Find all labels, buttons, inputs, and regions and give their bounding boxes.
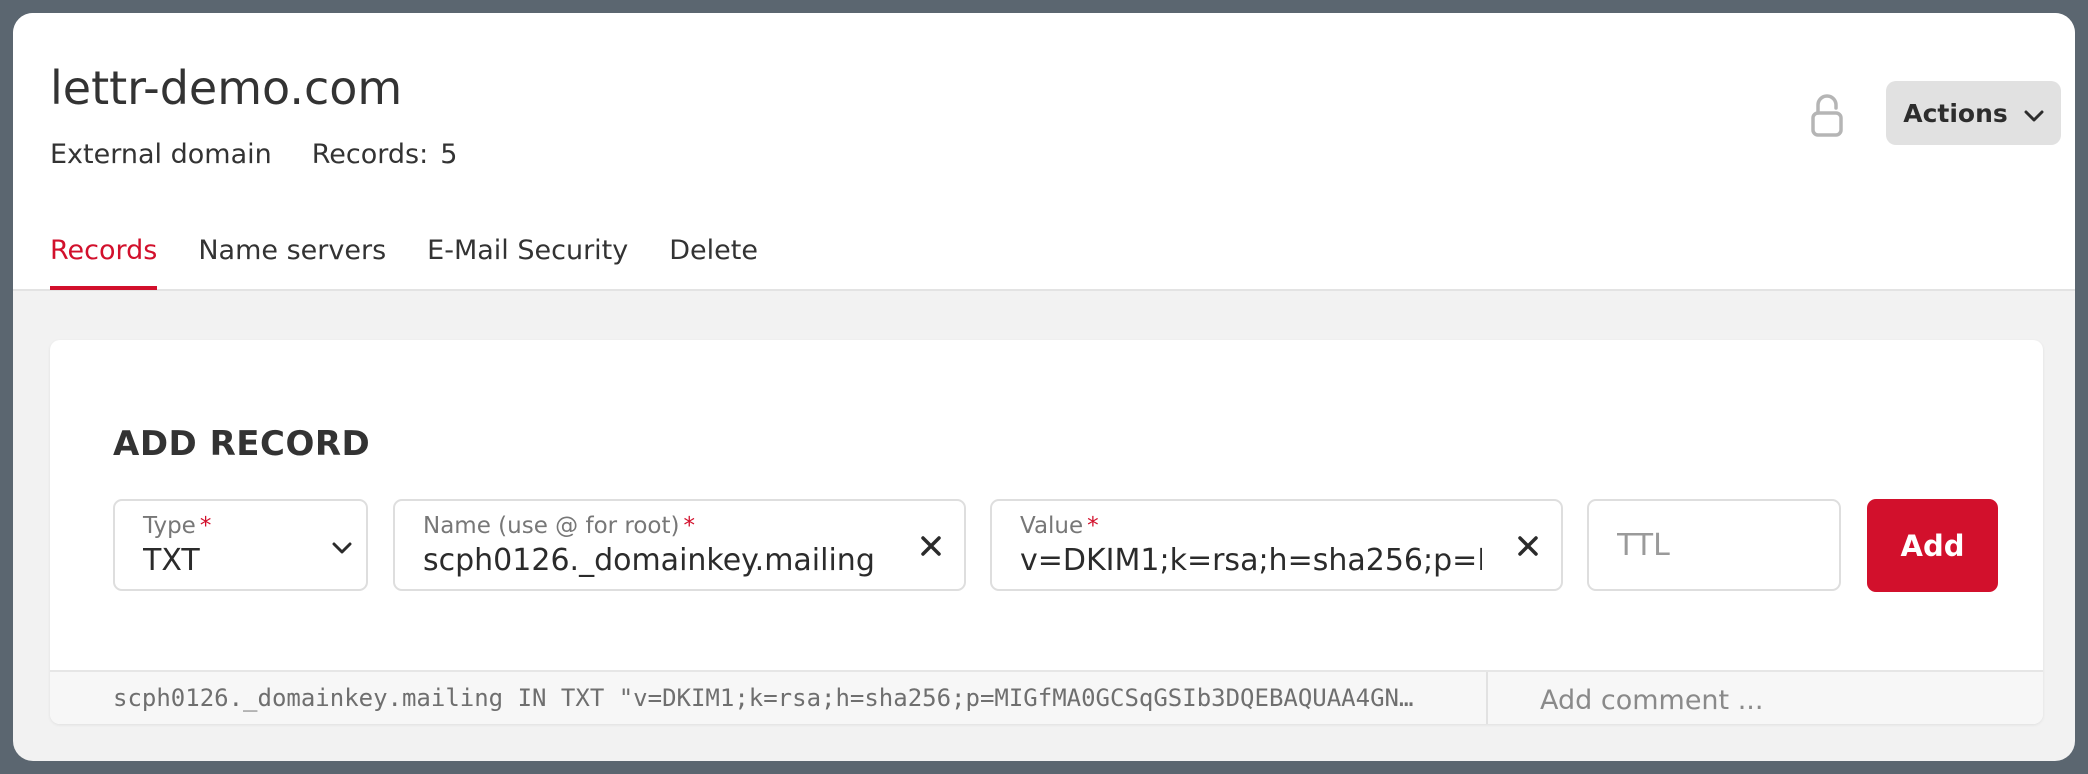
record-preview: scph0126._domainkey.mailing IN TXT "v=DK…: [50, 670, 2043, 724]
ttl-input[interactable]: [1587, 499, 1841, 591]
name-value: scph0126._domainkey.mailing: [423, 543, 875, 578]
app-window: lettr-demo.com External domain Records: …: [13, 13, 2075, 761]
add-record-title: ADD RECORD: [113, 424, 371, 464]
name-field[interactable]: Name (use @ for root) * scph0126._domaink…: [393, 499, 966, 591]
records-label: Records:: [311, 139, 429, 170]
clear-name-icon[interactable]: [916, 531, 946, 561]
actions-label: Actions: [1903, 98, 2008, 128]
comment-input[interactable]: [1538, 680, 2002, 720]
lock-icon[interactable]: [1807, 91, 1847, 139]
actions-button[interactable]: Actions: [1886, 81, 2061, 145]
chevron-down-icon: [332, 539, 352, 558]
tab-email-security[interactable]: E-Mail Security: [427, 235, 628, 288]
chevron-down-icon: [2024, 99, 2044, 128]
type-label: Type *: [143, 513, 212, 539]
value-value: v=DKIM1;k=rsa;h=sha256;p=M: [1020, 543, 1482, 578]
clear-value-icon[interactable]: [1513, 531, 1543, 561]
tab-bar: Records Name servers E-Mail Security Del…: [50, 235, 758, 290]
tab-name-servers[interactable]: Name servers: [198, 235, 386, 288]
page-title: lettr-demo.com: [50, 61, 403, 115]
type-select[interactable]: Type * TXT: [113, 499, 368, 591]
records-count: 5: [440, 139, 458, 170]
domain-meta: External domain Records: 5: [50, 139, 457, 170]
domain-type: External domain: [50, 139, 272, 170]
domain-header: lettr-demo.com External domain Records: …: [13, 13, 2075, 291]
add-button[interactable]: Add: [1867, 499, 1998, 592]
value-label: Value *: [1020, 513, 1099, 539]
tab-delete[interactable]: Delete: [669, 235, 758, 288]
name-label: Name (use @ for root) *: [423, 513, 695, 539]
type-value: TXT: [143, 543, 200, 578]
tab-records[interactable]: Records: [50, 235, 158, 290]
record-preview-text: scph0126._domainkey.mailing IN TXT "v=DK…: [113, 684, 1414, 712]
add-record-card: ADD RECORD Type * TXT Name (use @ for roo…: [50, 340, 2043, 724]
divider: [1486, 672, 1488, 724]
value-field[interactable]: Value * v=DKIM1;k=rsa;h=sha256;p=M: [990, 499, 1563, 591]
